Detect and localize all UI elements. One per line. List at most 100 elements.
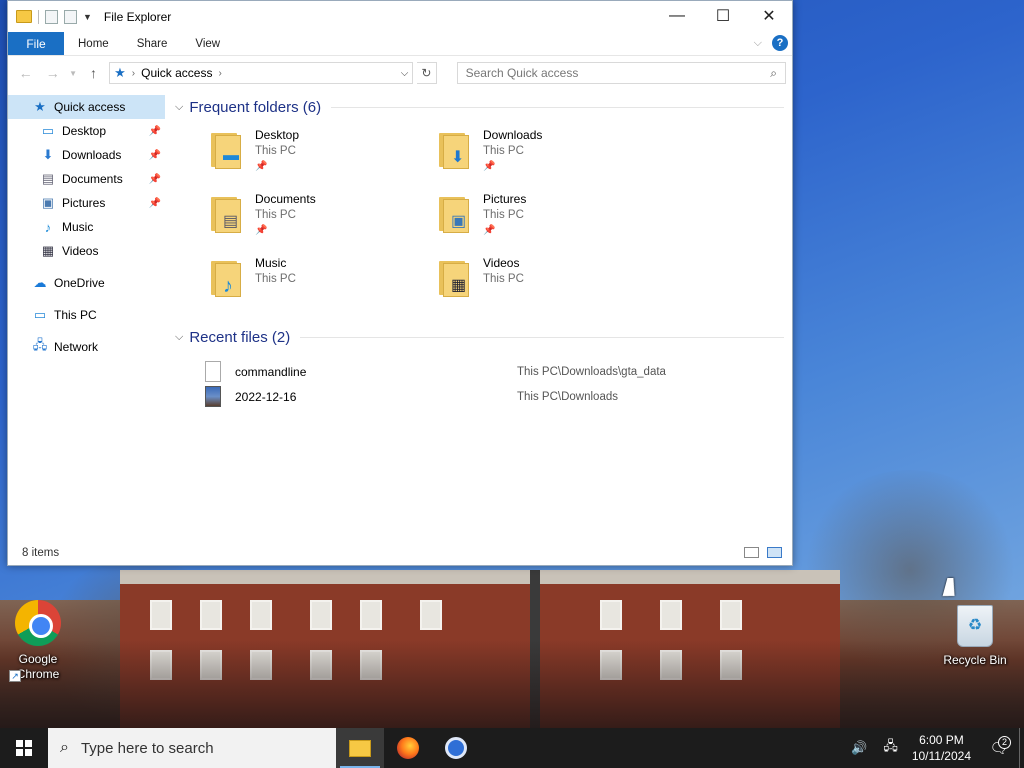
music-folder-icon: ♪ [209,255,253,301]
folder-tile-desktop[interactable]: ▬ Desktop This PC 📌 [209,127,437,177]
back-arrow-icon[interactable]: ← [14,65,37,81]
document-icon: ▤ [41,171,55,186]
taskbar-file-explorer[interactable] [336,728,384,768]
sidebar-item-music[interactable]: ♪ Music [8,215,165,239]
forward-arrow-icon[interactable]: → [41,65,64,81]
address-dropdown-icon[interactable]: ⌵ [401,68,409,79]
folder-name: Music [255,256,287,270]
tab-share[interactable]: Share [123,38,182,50]
recent-files-header[interactable]: ⌵ Recent files (2) [175,325,792,349]
sidebar-item-videos[interactable]: ▦ Videos [8,239,165,263]
navigation-bar: ← → ▼ ↑ ★ › Quick access › ⌵ ↻ ⌕ [8,56,792,90]
frequent-folders-header[interactable]: ⌵ Frequent folders (6) [175,95,792,119]
volume-icon[interactable]: 🔊 [851,740,867,756]
new-folder-icon[interactable] [64,9,77,24]
details-view-icon[interactable] [744,547,759,558]
section-title: Frequent folders (6) [189,98,322,116]
sidebar-item-label: Downloads [62,148,122,162]
desktop-icon: ▭ [41,123,55,138]
properties-icon[interactable] [45,9,58,24]
taskbar-search-box[interactable]: ⌕ Type here to search [48,728,336,768]
folder-app-icon [16,10,32,23]
sidebar-item-pictures[interactable]: ▣ Pictures 📌 [8,191,165,215]
folder-tile-downloads[interactable]: ⬇ Downloads This PC 📌 [437,127,665,177]
address-bar[interactable]: ★ › Quick access › ⌵ [109,62,414,84]
collapse-chevron-icon[interactable]: ⌵ [175,101,183,114]
tab-file[interactable]: File [8,32,64,55]
desktop-icon-recycle-bin[interactable]: ♻ Recycle Bin [940,605,1010,668]
sidebar-item-label: OneDrive [54,276,105,290]
folder-location: This PC [483,209,524,221]
pin-icon: 📌 [148,173,161,185]
network-status-icon[interactable]: 🖧 [883,737,898,759]
breadcrumb-separator-icon[interactable]: › [218,68,221,79]
close-button[interactable]: ✕ [746,1,792,31]
recent-locations-chevron-icon[interactable]: ▼ [68,69,78,78]
breadcrumb-separator-icon[interactable]: › [132,68,135,79]
file-explorer-icon [349,739,371,757]
collapse-chevron-icon[interactable]: ⌵ [175,331,183,344]
expand-ribbon-chevron-icon[interactable]: ⌵ [754,37,762,50]
sidebar-item-label: This PC [54,308,97,322]
search-icon: ⌕ [60,739,69,756]
maximize-button[interactable]: ☐ [700,1,746,31]
help-icon[interactable]: ? [772,35,788,51]
list-item[interactable]: 2022-12-16 This PC\Downloads [205,384,792,409]
customize-toolbar-dropdown-icon[interactable]: ▼ [83,12,92,22]
folder-location: This PC [483,273,524,285]
folder-tile-pictures[interactable]: ▣ Pictures This PC 📌 [437,191,665,241]
show-desktop-button[interactable] [1019,728,1024,768]
tab-home[interactable]: Home [64,38,123,50]
sidebar-item-quick-access[interactable]: ★ Quick access [8,95,165,119]
pin-icon: 📌 [148,125,161,137]
folder-name: Desktop [255,128,300,142]
folder-location: This PC [255,273,296,285]
cloud-icon: ☁ [33,275,47,290]
folder-tile-videos[interactable]: ▦ Videos This PC [437,255,665,305]
clock-time: 6:00 PM [919,733,964,747]
download-arrow-icon: ⬇ [42,147,54,162]
taskbar: ⌕ Type here to search 🔊 🖧 6:00 PM 10/11/… [0,728,1024,768]
large-icons-view-icon[interactable] [767,547,782,558]
refresh-icon[interactable]: ↻ [417,62,437,84]
folder-location: This PC [483,145,524,157]
title-bar[interactable]: ▼ File Explorer — ☐ ✕ [8,1,792,32]
taskbar-chrome[interactable] [432,728,480,768]
taskbar-search-placeholder: Type here to search [80,739,214,757]
sidebar-item-label: Music [62,220,94,234]
window-controls: — ☐ ✕ [654,1,792,31]
music-note-icon: ♪ [44,219,52,235]
list-item[interactable]: commandline This PC\Downloads\gta_data [205,359,792,384]
frequent-folders-grid: ▬ Desktop This PC 📌 ⬇ Downloads This PC … [175,127,792,305]
breadcrumb-quick-access[interactable]: Quick access [141,66,212,80]
desktop-icon-chrome[interactable]: ↗ Google Chrome [3,600,73,682]
clock[interactable]: 6:00 PM 10/11/2024 [912,732,971,764]
sidebar-item-this-pc[interactable]: ▭ This PC [8,303,165,327]
sidebar-item-documents[interactable]: ▤ Documents 📌 [8,167,165,191]
taskbar-firefox[interactable] [384,728,432,768]
quick-access-star-icon: ★ [114,65,126,80]
file-name: commandline [235,364,307,379]
search-input[interactable] [465,66,766,80]
sidebar-item-network[interactable]: 🖧 Network [8,335,165,359]
folder-name: Pictures [483,192,527,206]
up-arrow-icon[interactable]: ↑ [82,65,105,81]
minimize-button[interactable]: — [654,1,700,31]
sidebar-item-onedrive[interactable]: ☁ OneDrive [8,271,165,295]
sidebar-item-desktop[interactable]: ▭ Desktop 📌 [8,119,165,143]
section-title: Recent files (2) [189,328,291,346]
start-button[interactable] [0,728,48,768]
folder-location: This PC [255,145,296,157]
sidebar-item-label: Quick access [54,100,126,114]
status-bar: 8 items [8,541,792,565]
file-path: This PC\Downloads\gta_data [517,365,666,378]
folder-tile-music[interactable]: ♪ Music This PC [209,255,437,305]
downloads-folder-icon: ⬇ [437,127,481,173]
pin-icon: 📌 [255,161,268,172]
windows-logo-icon [16,740,32,756]
tab-view[interactable]: View [181,38,234,50]
sidebar-item-downloads[interactable]: ⬇ Downloads 📌 [8,143,165,167]
action-center-button[interactable]: 🗨 2 [979,736,1019,757]
folder-name: Videos [483,256,520,270]
folder-tile-documents[interactable]: ▤ Documents This PC 📌 [209,191,437,241]
